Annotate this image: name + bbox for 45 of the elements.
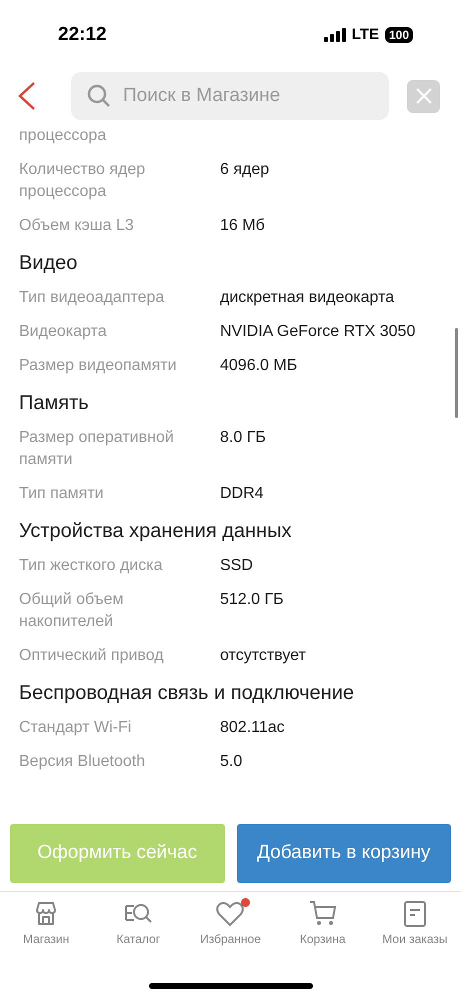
- spec-label: процессора: [19, 126, 108, 146]
- spec-label: Размер оперативной памяти: [19, 428, 175, 470]
- spec-value: 512.0 ГБ: [220, 590, 284, 610]
- spec-label: Видеокарта: [19, 322, 108, 342]
- heart-icon: [216, 900, 244, 928]
- spec-label: Размер видеопамяти: [19, 356, 178, 376]
- tab-item[interactable]: Магазин: [0, 900, 92, 948]
- signal-icon: [324, 28, 346, 42]
- cart-icon: [308, 900, 337, 928]
- network-label: LTE: [352, 24, 379, 45]
- spec-label: Количество ядер процессора: [19, 160, 146, 202]
- clock: 22:12: [58, 22, 107, 47]
- spec-value: 4096.0 МБ: [220, 356, 298, 376]
- spec-value: SSD: [220, 556, 253, 576]
- close-icon: [416, 88, 432, 104]
- spec-value: 5.0: [220, 752, 242, 772]
- section-heading: Память: [18, 391, 90, 416]
- spec-label: Версия Bluetooth: [19, 752, 146, 772]
- spec-value: дискретная видеокарта: [220, 288, 394, 308]
- spec-label: Тип памяти: [19, 484, 105, 504]
- search-input[interactable]: Поиск в Магазине: [123, 82, 363, 110]
- spec-value: DDR4: [220, 484, 264, 504]
- spec-label: Общий объем накопителей: [19, 590, 125, 632]
- tab-item[interactable]: Избранное: [184, 900, 277, 948]
- spec-value: 8.0 ГБ: [220, 428, 266, 448]
- spec-label: Стандарт Wi-Fi: [19, 718, 132, 738]
- section-heading: Видео: [18, 251, 78, 276]
- tab-item[interactable]: Корзина: [276, 900, 369, 948]
- battery-indicator: 100: [384, 27, 413, 43]
- section-heading: Устройства хранения данных: [18, 519, 292, 544]
- search-field[interactable]: Поиск в Магазине: [71, 72, 389, 120]
- spec-label: Тип видеоадаптера: [19, 288, 166, 308]
- spec-value: 6 ядер: [220, 160, 270, 180]
- spec-label: Объем кэша L3: [19, 216, 135, 236]
- tab-item[interactable]: Каталог: [92, 900, 184, 948]
- spec-value: NVIDIA GeForce RTX 3050: [220, 322, 416, 342]
- spec-value: отсутствует: [220, 646, 306, 666]
- tab-item[interactable]: Мои заказы: [368, 900, 461, 948]
- spec-label: Оптический привод: [19, 646, 165, 666]
- spec-value: 802.11ac: [220, 718, 285, 738]
- add-to-cart-button[interactable]: Добавить в корзину: [236, 824, 451, 883]
- spec-value: 16 Мб: [220, 216, 265, 236]
- section-heading: Беспроводная связь и подключение: [18, 681, 356, 706]
- search-icon: [87, 84, 111, 108]
- spec-label: Тип жесткого диска: [19, 556, 164, 576]
